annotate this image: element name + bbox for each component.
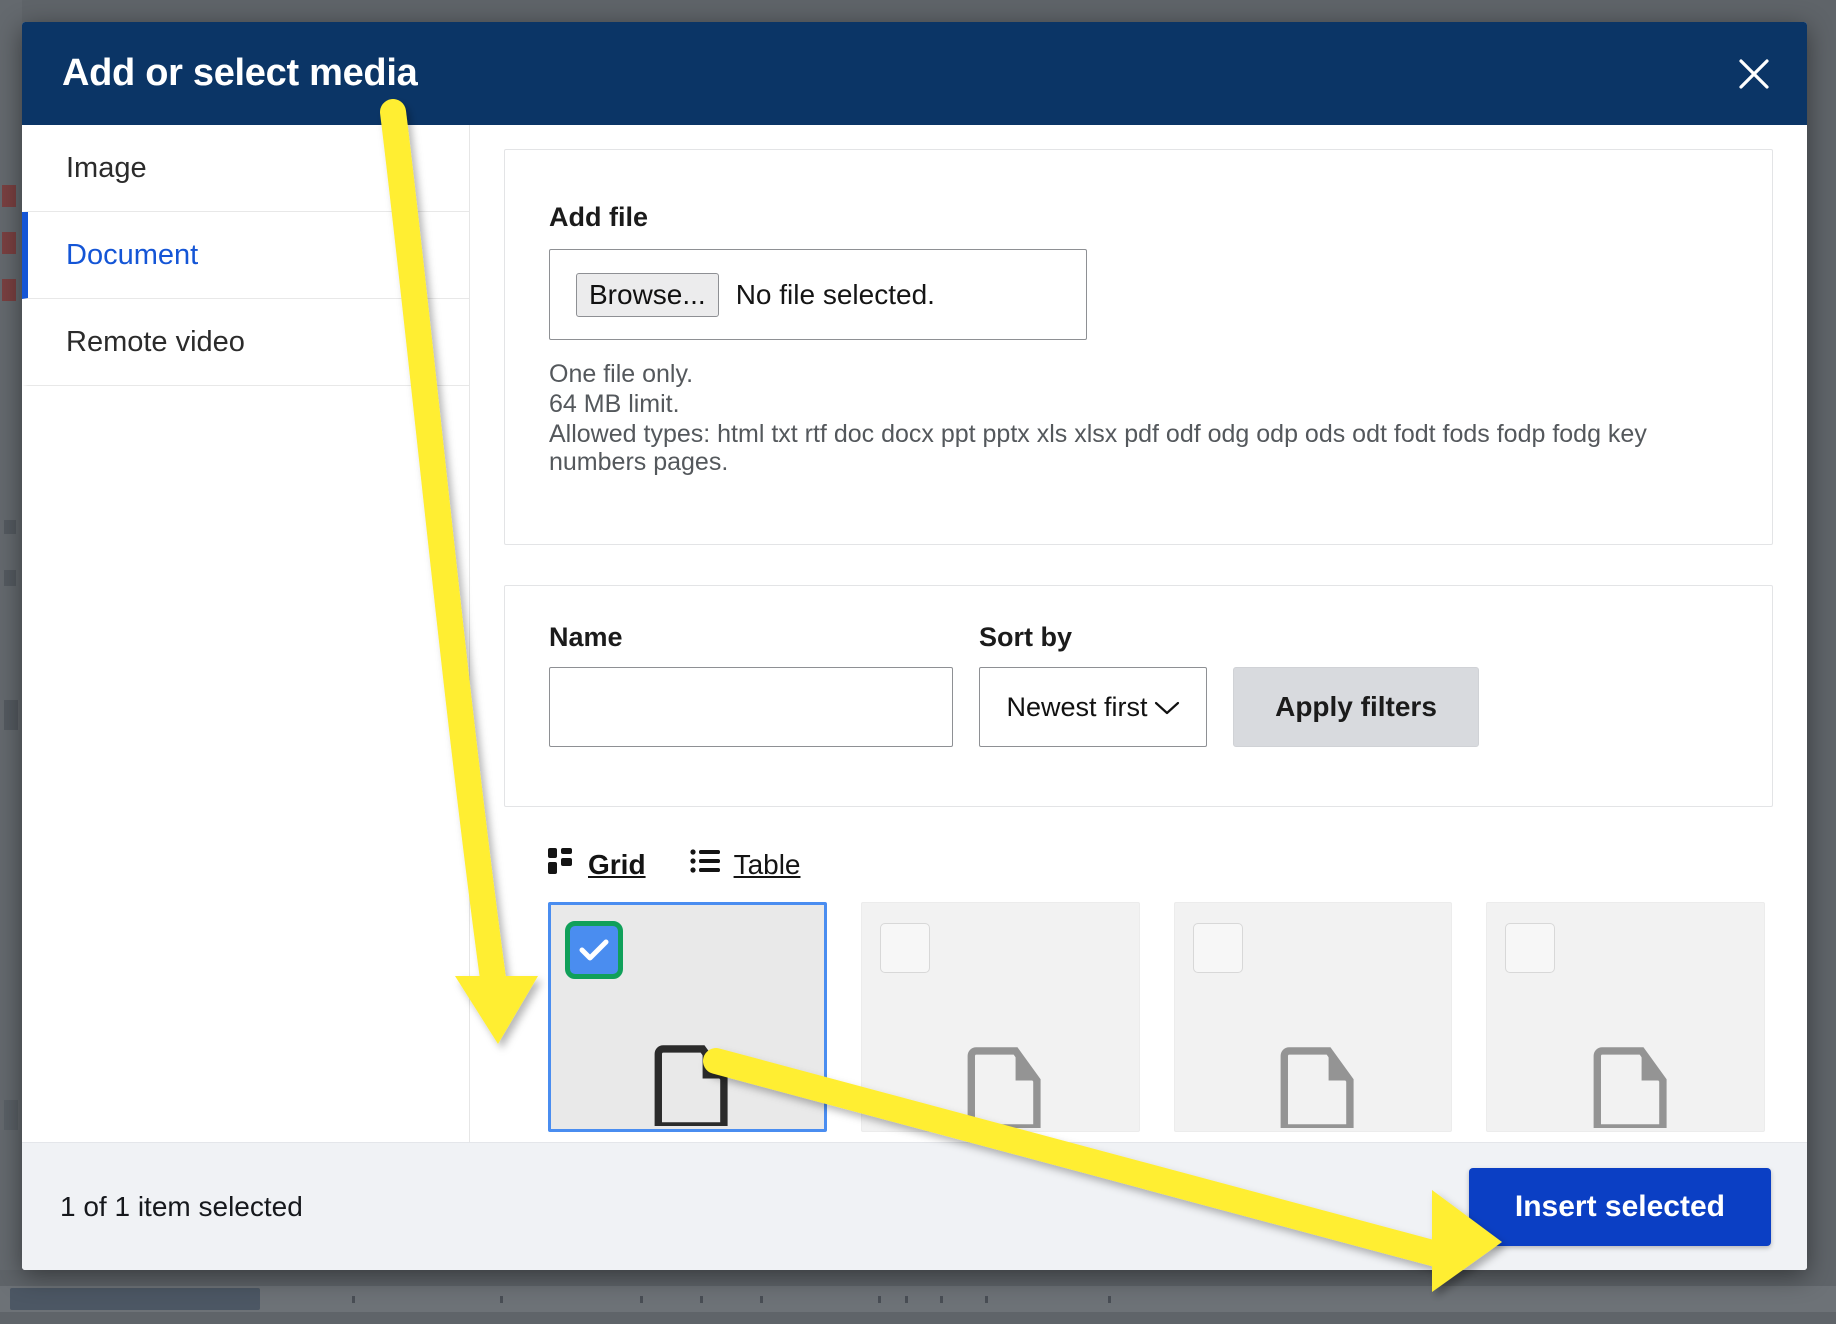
sidebar-item-label: Image xyxy=(66,152,147,185)
chevron-down-icon xyxy=(1154,692,1180,723)
add-file-panel: Add file Browse... No file selected. One… xyxy=(504,149,1773,545)
sort-by-label: Sort by xyxy=(979,622,1207,653)
media-type-tablist: Image Document Remote video xyxy=(22,125,470,1142)
dialog-header: Add or select media xyxy=(22,22,1807,125)
backdrop-mark xyxy=(4,700,18,730)
backdrop-mark xyxy=(4,570,16,586)
filters-panel: Name Sort by Newest first xyxy=(504,585,1773,807)
document-icon xyxy=(632,1044,742,1131)
filters-row: Name Sort by Newest first xyxy=(549,622,1728,747)
sort-by-value: Newest first xyxy=(1006,692,1147,723)
backdrop-mark xyxy=(2,279,16,301)
selection-status: 1 of 1 item selected xyxy=(60,1191,303,1223)
view-mode-toggle: Grid Table xyxy=(548,847,1773,882)
sidebar-item-image[interactable]: Image xyxy=(22,125,469,212)
sidebar-item-label: Document xyxy=(66,239,198,272)
backdrop-mark xyxy=(4,1100,18,1130)
name-input[interactable] xyxy=(549,667,953,747)
view-mode-grid-label: Grid xyxy=(588,849,646,881)
sidebar-item-label: Remote video xyxy=(66,326,245,359)
dialog-footer: 1 of 1 item selected Insert selected xyxy=(22,1142,1807,1270)
document-icon xyxy=(1258,1046,1368,1133)
sort-by-select[interactable]: Newest first xyxy=(979,667,1207,747)
add-or-select-media-dialog: Add or select media Image Document Remot… xyxy=(22,22,1807,1270)
dialog-title: Add or select media xyxy=(62,52,417,95)
dialog-body: Image Document Remote video Add file Bro… xyxy=(22,125,1807,1142)
view-mode-table[interactable]: Table xyxy=(690,848,801,881)
backdrop-taskbar-active-item xyxy=(10,1288,260,1310)
document-icon xyxy=(1571,1046,1681,1133)
sidebar-item-remote-video[interactable]: Remote video xyxy=(22,299,469,386)
file-input-wrapper[interactable]: Browse... No file selected. xyxy=(549,249,1087,340)
document-icon xyxy=(945,1046,1055,1133)
hint-allowed-types: Allowed types: html txt rtf doc docx ppt… xyxy=(549,420,1669,476)
close-icon[interactable] xyxy=(1727,47,1781,101)
media-card[interactable] xyxy=(1486,902,1765,1132)
media-card-checkbox[interactable] xyxy=(1193,923,1243,973)
name-filter-group: Name xyxy=(549,622,953,747)
media-panel: Add file Browse... No file selected. One… xyxy=(470,125,1807,1142)
hint-size-limit: 64 MB limit. xyxy=(549,390,1669,418)
insert-selected-button[interactable]: Insert selected xyxy=(1469,1168,1771,1246)
add-file-hints: One file only. 64 MB limit. Allowed type… xyxy=(549,360,1669,476)
media-card[interactable] xyxy=(861,902,1140,1132)
list-icon xyxy=(690,848,720,881)
backdrop-mark xyxy=(2,232,16,254)
view-mode-grid[interactable]: Grid xyxy=(548,847,646,882)
add-file-heading: Add file xyxy=(549,202,1728,233)
name-label: Name xyxy=(549,622,953,653)
media-card[interactable] xyxy=(548,902,827,1132)
sort-filter-group: Sort by Newest first xyxy=(979,622,1207,747)
backdrop-taskbar xyxy=(0,1286,1836,1312)
apply-filters-button[interactable]: Apply filters xyxy=(1233,667,1479,747)
backdrop-mark xyxy=(2,185,16,207)
grid-icon xyxy=(548,847,574,882)
view-mode-table-label: Table xyxy=(734,849,801,881)
browse-button[interactable]: Browse... xyxy=(576,273,719,317)
media-card[interactable] xyxy=(1174,902,1453,1132)
media-card-checkbox[interactable] xyxy=(880,923,930,973)
media-card-checkbox[interactable] xyxy=(1505,923,1555,973)
hint-one-file: One file only. xyxy=(549,360,1669,388)
sidebar-item-document[interactable]: Document xyxy=(22,212,469,299)
file-status-text: No file selected. xyxy=(736,279,935,311)
media-card-checkbox[interactable] xyxy=(565,921,623,979)
media-grid xyxy=(504,902,1773,1132)
backdrop-mark xyxy=(4,520,16,534)
